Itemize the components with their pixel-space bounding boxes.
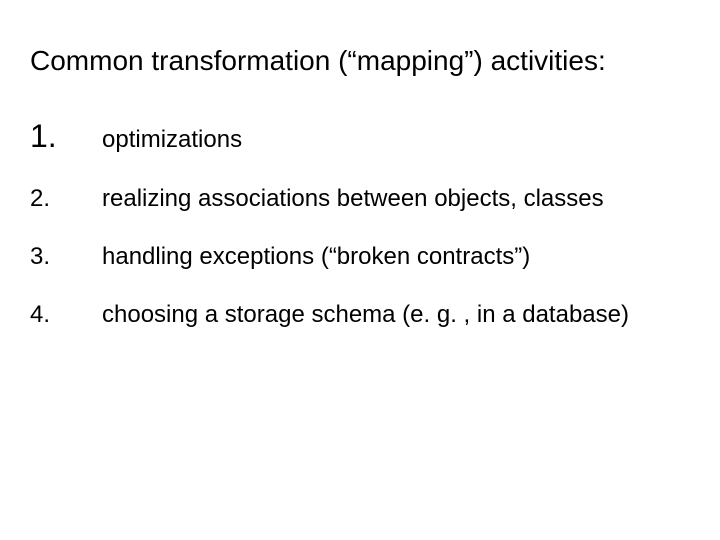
item-text: handling exceptions (“broken contracts”)	[102, 243, 690, 271]
slide-title: Common transformation (“mapping”) activi…	[30, 44, 690, 78]
item-text: choosing a storage schema (e. g. , in a …	[102, 301, 690, 329]
item-number: 2.	[30, 185, 102, 213]
item-number: 3.	[30, 243, 102, 271]
item-number: 1.	[30, 118, 102, 155]
item-text: optimizations	[102, 126, 690, 154]
item-text: realizing associations between objects, …	[102, 185, 690, 213]
slide: Common transformation (“mapping”) activi…	[0, 0, 720, 540]
item-number: 4.	[30, 301, 102, 329]
items-list: 1. optimizations 2. realizing associatio…	[30, 118, 690, 329]
